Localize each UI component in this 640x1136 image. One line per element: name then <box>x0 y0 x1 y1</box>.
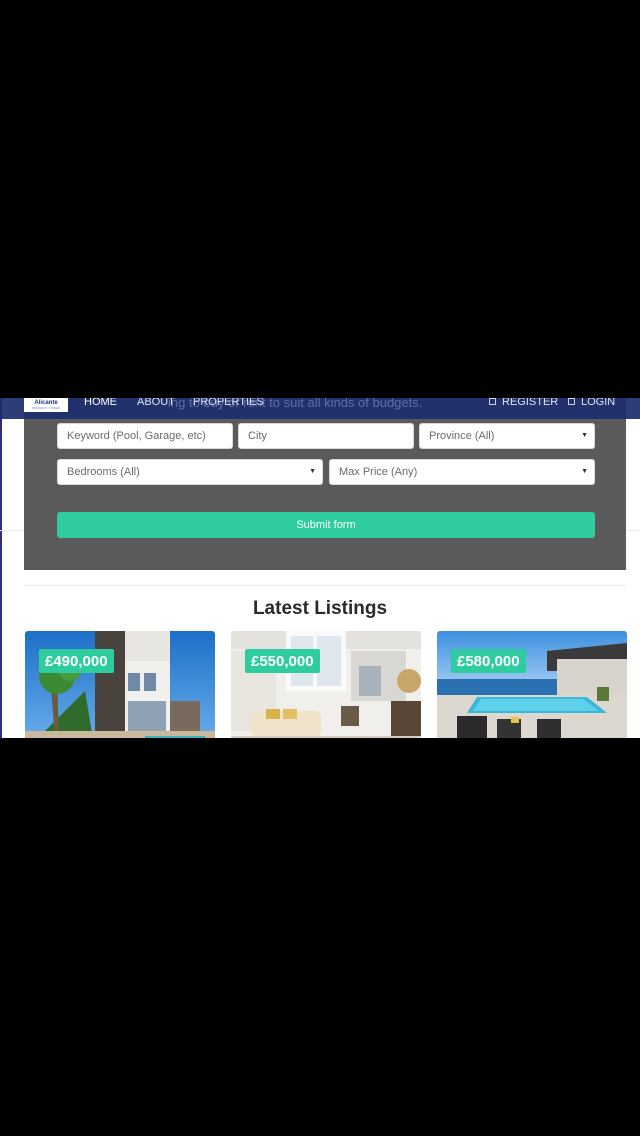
nav-home[interactable]: HOME <box>84 398 117 408</box>
bedrooms-value: Bedrooms (All) <box>67 466 140 478</box>
site-logo[interactable]: Alicante PROPERTY FINDER <box>24 398 68 412</box>
listing-card[interactable]: £550,000 <box>231 631 421 738</box>
submit-button[interactable]: Submit form <box>57 512 595 538</box>
logo-subtext: PROPERTY FINDER <box>31 406 61 410</box>
user-plus-icon <box>489 398 496 405</box>
nav-register[interactable]: REGISTER <box>489 398 559 408</box>
price-badge: £550,000 <box>245 649 320 673</box>
listing-photo <box>437 631 627 738</box>
max-price-value: Max Price (Any) <box>339 466 418 478</box>
listing-photo <box>25 631 215 738</box>
listing-card[interactable]: £490,000 <box>25 631 215 738</box>
city-input[interactable]: City <box>238 423 414 449</box>
nav-about[interactable]: ABOUT <box>137 398 175 408</box>
register-label: REGISTER <box>502 398 559 408</box>
divider <box>626 530 640 531</box>
province-value: Province (All) <box>429 430 495 442</box>
price-badge: £580,000 <box>451 649 526 673</box>
listing-photo <box>231 631 421 738</box>
divider <box>24 585 626 586</box>
app-viewport: Keyword (Pool, Garage, etc) City Provinc… <box>0 398 640 738</box>
navbar: ing to buy or rent to suit all kinds of … <box>0 398 640 419</box>
nav-login[interactable]: LOGIN <box>568 398 616 408</box>
keyword-input[interactable]: Keyword (Pool, Garage, etc) <box>57 423 233 449</box>
sign-in-icon <box>568 398 575 405</box>
search-panel: Keyword (Pool, Garage, etc) City Provinc… <box>24 398 626 570</box>
nav-properties[interactable]: PROPERTIES <box>193 398 264 408</box>
chevron-down-icon: ▼ <box>309 468 316 475</box>
divider <box>0 530 24 531</box>
keyword-placeholder: Keyword (Pool, Garage, etc) <box>67 430 206 442</box>
login-label: LOGIN <box>581 398 616 408</box>
chevron-down-icon: ▼ <box>581 468 588 475</box>
chevron-down-icon: ▼ <box>581 432 588 439</box>
section-title: Latest Listings <box>252 598 388 619</box>
viewport-edge <box>0 398 2 738</box>
bedrooms-select[interactable]: Bedrooms (All) ▼ <box>57 459 323 485</box>
price-badge: £490,000 <box>39 649 114 673</box>
city-placeholder: City <box>248 430 267 442</box>
max-price-select[interactable]: Max Price (Any) ▼ <box>329 459 595 485</box>
province-select[interactable]: Province (All) ▼ <box>419 423 595 449</box>
listing-card[interactable]: £580,000 <box>437 631 627 738</box>
